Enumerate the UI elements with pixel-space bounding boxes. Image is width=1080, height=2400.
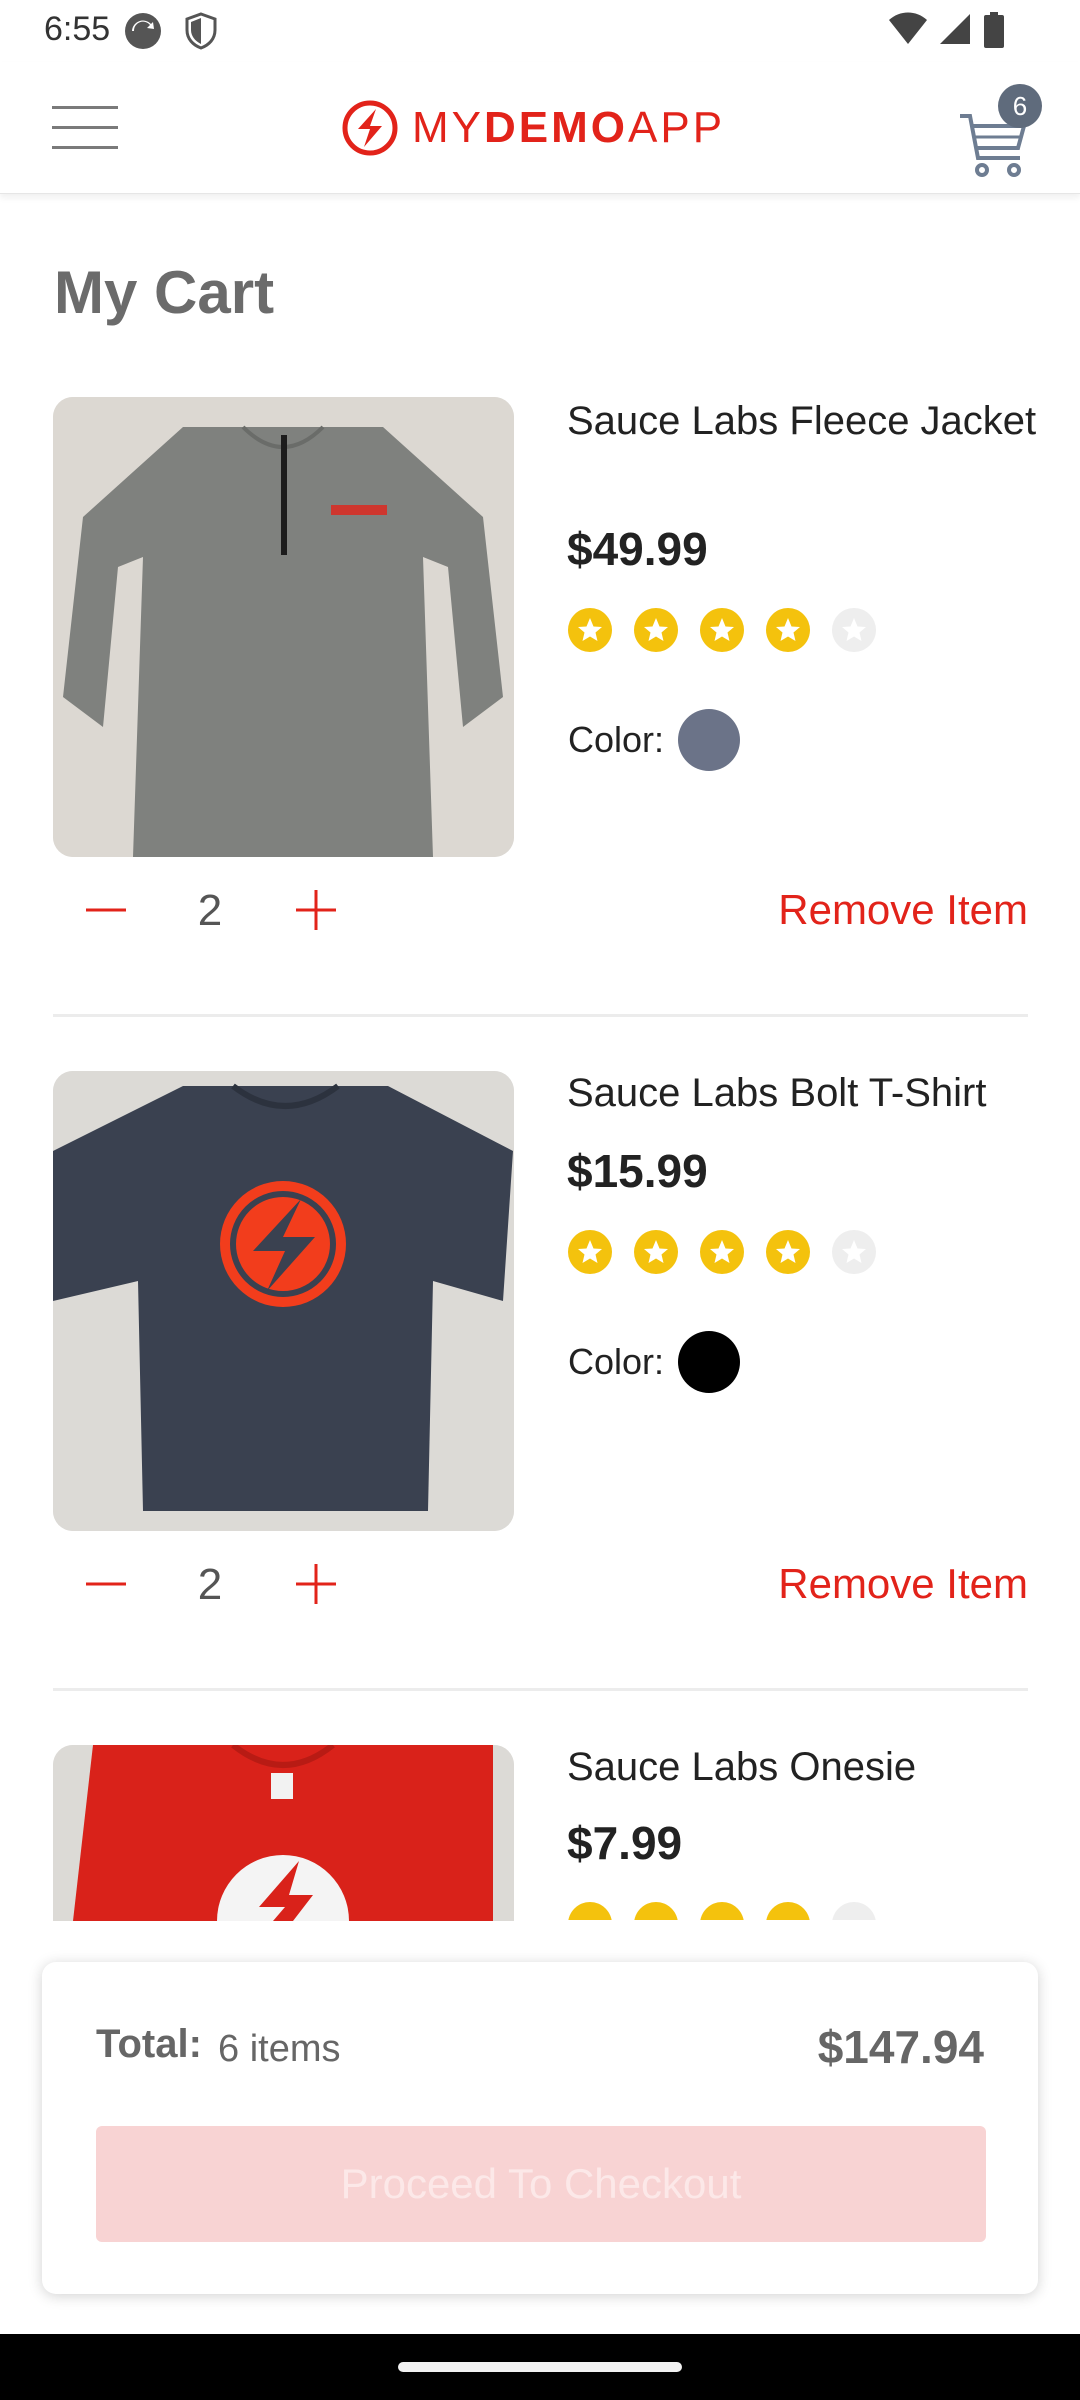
logo-text-app: APP <box>628 103 726 152</box>
decrease-quantity-button[interactable] <box>76 880 136 940</box>
item-divider <box>53 1014 1028 1017</box>
star-filled-icon[interactable] <box>568 1902 612 1920</box>
star-filled-icon[interactable] <box>766 608 810 652</box>
star-filled-icon[interactable] <box>700 1902 744 1920</box>
remove-item-button[interactable]: Remove Item <box>778 1560 1028 1608</box>
star-filled-icon[interactable] <box>634 1230 678 1274</box>
rating-stars <box>568 1230 898 1274</box>
decrease-quantity-button[interactable] <box>76 1554 136 1614</box>
menu-button[interactable] <box>52 106 118 150</box>
product-name[interactable]: Sauce Labs Bolt T-Shirt <box>567 1068 1037 1118</box>
color-row: Color: <box>568 1330 741 1394</box>
total-label: Total: <box>96 2022 202 2066</box>
star-filled-icon[interactable] <box>568 1230 612 1274</box>
sync-icon <box>124 12 162 55</box>
app-logo: MYDEMOAPP <box>342 98 725 158</box>
total-price: $147.94 <box>817 2021 984 2073</box>
cart-count-badge: 6 <box>998 84 1042 128</box>
quantity-value: 2 <box>197 886 223 935</box>
color-row: Color: <box>568 708 741 772</box>
status-bar: 6:55 <box>0 0 1080 62</box>
home-gesture-handle[interactable] <box>398 2362 682 2372</box>
product-price: $49.99 <box>567 523 708 575</box>
product-price: $7.99 <box>567 1817 683 1869</box>
rating-stars <box>568 608 898 652</box>
bolt-logo-icon <box>342 100 398 156</box>
product-image-onesie[interactable] <box>53 1745 514 1921</box>
star-filled-icon[interactable] <box>568 608 612 652</box>
increase-quantity-button[interactable] <box>286 1554 346 1614</box>
star-filled-icon[interactable] <box>634 1902 678 1920</box>
hamburger-icon-line <box>52 106 118 109</box>
status-time: 6:55 <box>44 10 111 48</box>
logo-text-my: MY <box>412 103 484 152</box>
wifi-icon <box>888 12 928 51</box>
remove-item-button[interactable]: Remove Item <box>778 886 1028 934</box>
hamburger-icon-line <box>52 146 118 149</box>
shield-icon <box>184 12 218 55</box>
page-title: My Cart <box>54 259 275 326</box>
color-swatch <box>678 1331 741 1393</box>
star-empty-icon[interactable] <box>832 1230 876 1274</box>
star-empty-icon[interactable] <box>832 608 876 652</box>
product-image-bolt-tshirt[interactable] <box>53 1071 514 1531</box>
star-filled-icon[interactable] <box>634 608 678 652</box>
cart-button[interactable]: 6 <box>958 84 1048 184</box>
app-header: MYDEMOAPP 6 <box>0 62 1080 194</box>
increase-quantity-button[interactable] <box>286 880 346 940</box>
hamburger-icon-line <box>52 126 118 129</box>
cart-total-panel: Total: 6 items $147.94 Proceed To Checko… <box>42 1962 1038 2294</box>
product-image-fleece-jacket[interactable] <box>53 397 514 857</box>
battery-icon <box>984 12 1004 53</box>
star-filled-icon[interactable] <box>766 1230 810 1274</box>
star-empty-icon[interactable] <box>832 1902 876 1920</box>
product-name[interactable]: Sauce Labs Fleece Jacket <box>567 396 1037 446</box>
product-price: $15.99 <box>567 1145 708 1197</box>
product-name[interactable]: Sauce Labs Onesie <box>567 1742 1037 1792</box>
system-navigation-bar <box>0 2334 1080 2400</box>
logo-text: MYDEMOAPP <box>412 103 725 153</box>
star-filled-icon[interactable] <box>700 608 744 652</box>
color-label: Color: <box>568 1341 665 1382</box>
star-filled-icon[interactable] <box>766 1902 810 1920</box>
proceed-to-checkout-button[interactable]: Proceed To Checkout <box>96 2126 986 2242</box>
signal-icon <box>938 12 972 51</box>
color-swatch <box>678 709 741 771</box>
quantity-value: 2 <box>197 1560 223 1609</box>
total-items-count: 6 items <box>218 2028 341 2070</box>
rating-stars <box>568 1902 898 1920</box>
logo-text-demo: DEMO <box>484 103 628 152</box>
item-divider <box>53 1688 1028 1691</box>
star-filled-icon[interactable] <box>700 1230 744 1274</box>
color-label: Color: <box>568 719 665 760</box>
